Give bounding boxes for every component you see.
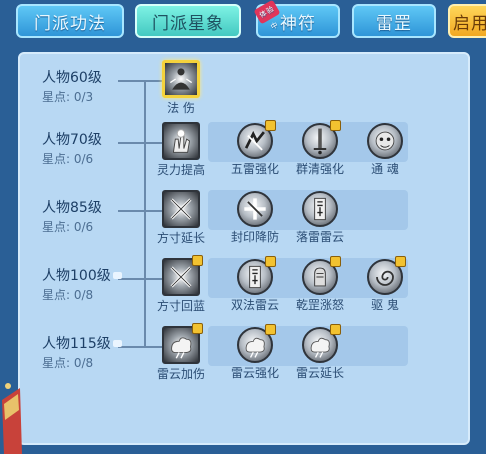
skill-name: 雷云延长 (295, 366, 344, 380)
level-requirement: 人物70级 (42, 130, 102, 150)
level-row-label: 人物85级星点: 0/6 (42, 198, 102, 236)
sub-skill-node[interactable]: 群清强化 (285, 120, 355, 177)
sub-skill-node[interactable]: 乾罡涨怒 (285, 256, 355, 313)
talisman-icon (237, 256, 276, 295)
tab-4[interactable]: 雷罡 (352, 4, 436, 38)
main-skill-node[interactable]: 方寸回蓝 (146, 255, 216, 314)
lock-icon (112, 339, 122, 347)
main-skill-node[interactable]: 雷云加伤 (146, 323, 216, 382)
skill-name: 封印降防 (230, 230, 279, 244)
fist-power-icon (302, 256, 341, 295)
star-points: 星点: 0/8 (42, 288, 94, 302)
star-points: 星点: 0/3 (42, 90, 94, 104)
main-skill-node[interactable]: 方寸延长 (146, 190, 216, 246)
game-window: 门派功法 门派星象 神符 体验中 雷罡 启用 人物60级 星点: 0/3 法 伤人物70级 星点… (0, 0, 486, 454)
lock-icon (265, 256, 276, 267)
level-row-label: 人物100级 星点: 0/8 (42, 266, 122, 304)
level-text: 人物100级 (42, 268, 111, 284)
skill-name: 驱 鬼 (371, 298, 399, 312)
meditation-figure-icon (162, 60, 200, 98)
sub-skill-node[interactable]: 双法雷云 (220, 256, 290, 313)
main-skill-node[interactable]: 法 伤 (146, 60, 216, 116)
sword-icon (302, 120, 341, 159)
flag-decoration (2, 383, 22, 454)
storm-cloud-icon (162, 323, 203, 364)
lock-icon (265, 324, 276, 335)
lock-icon (112, 271, 122, 279)
level-text: 人物60级 (42, 70, 102, 86)
storm-cloud-icon (302, 324, 341, 363)
ghost-face-icon (367, 123, 403, 159)
sub-skill-node[interactable]: 五雷强化 (220, 120, 290, 177)
level-row-label: 人物70级星点: 0/6 (42, 130, 102, 168)
spirit-swirl-icon (367, 256, 406, 295)
star-points: 星点: 0/6 (42, 220, 94, 234)
level-text: 人物85级 (42, 200, 102, 216)
sub-skill-node[interactable]: 通 魂 (350, 123, 420, 177)
sub-skill-node[interactable]: 落雷雷云 (285, 191, 355, 245)
level-requirement: 人物100级 (42, 266, 122, 286)
lock-icon (192, 255, 203, 266)
lock-icon (395, 256, 406, 267)
level-requirement: 人物115级 (42, 334, 122, 354)
tab-5[interactable]: 启用 (448, 4, 486, 38)
sub-skill-node[interactable]: 雷云延长 (285, 324, 355, 381)
storm-cloud-icon (237, 324, 276, 363)
thunder-claw-icon (237, 120, 276, 159)
crossed-swords-icon (162, 190, 200, 228)
seal-cross-icon (237, 191, 273, 227)
skill-name: 双法雷云 (230, 298, 279, 312)
lock-icon (330, 120, 341, 131)
star-skill-panel: 人物60级星点: 0/3 法 伤人物70级星点: 0/6 灵力提高 五雷强化 群清强化 通… (18, 52, 470, 445)
lock-icon (265, 120, 276, 131)
sub-skill-node[interactable]: 封印降防 (220, 191, 290, 245)
level-requirement: 人物85级 (42, 198, 102, 218)
level-row-label: 人物60级星点: 0/3 (42, 68, 102, 106)
sub-skill-node[interactable]: 驱 鬼 (350, 256, 420, 313)
star-points: 星点: 0/6 (42, 152, 94, 166)
skill-name: 方寸回蓝 (156, 299, 205, 313)
skill-name: 乾罡涨怒 (295, 298, 344, 312)
level-requirement: 人物60级 (42, 68, 102, 88)
skill-name: 五雷强化 (230, 162, 279, 176)
skill-name: 方寸延长 (156, 231, 205, 245)
tab-label: 雷罡 (376, 13, 412, 34)
lock-icon (192, 323, 203, 334)
lock-icon (330, 324, 341, 335)
level-row-label: 人物115级 星点: 0/8 (42, 334, 122, 372)
skill-name: 群清强化 (295, 162, 344, 176)
talisman-icon (302, 191, 338, 227)
skill-name: 通 魂 (371, 162, 399, 176)
skill-name: 落雷雷云 (295, 230, 344, 244)
level-text: 人物70级 (42, 132, 102, 148)
tab-label: 启用 (453, 13, 486, 34)
skill-name: 灵力提高 (156, 163, 205, 177)
tab-1[interactable]: 门派功法 (16, 4, 124, 38)
level-text: 人物115级 (42, 336, 111, 352)
tab-label: 门派星象 (152, 13, 224, 34)
sub-skill-node[interactable]: 雷云强化 (220, 324, 290, 381)
crossed-swords-icon (162, 255, 203, 296)
tab-2[interactable]: 门派星象 (135, 4, 241, 38)
skill-name: 法 伤 (167, 101, 195, 115)
trial-badge: 体验中 (253, 0, 281, 31)
tab-3[interactable]: 神符 体验中 (253, 0, 340, 38)
star-points: 星点: 0/8 (42, 356, 94, 370)
main-skill-node[interactable]: 灵力提高 (146, 122, 216, 178)
glowing-hand-icon (162, 122, 200, 160)
tab-label: 神符 (280, 13, 316, 34)
lock-icon (330, 256, 341, 267)
skill-name: 雷云强化 (230, 366, 279, 380)
skill-name: 雷云加伤 (156, 367, 205, 381)
tab-label: 门派功法 (34, 13, 106, 34)
